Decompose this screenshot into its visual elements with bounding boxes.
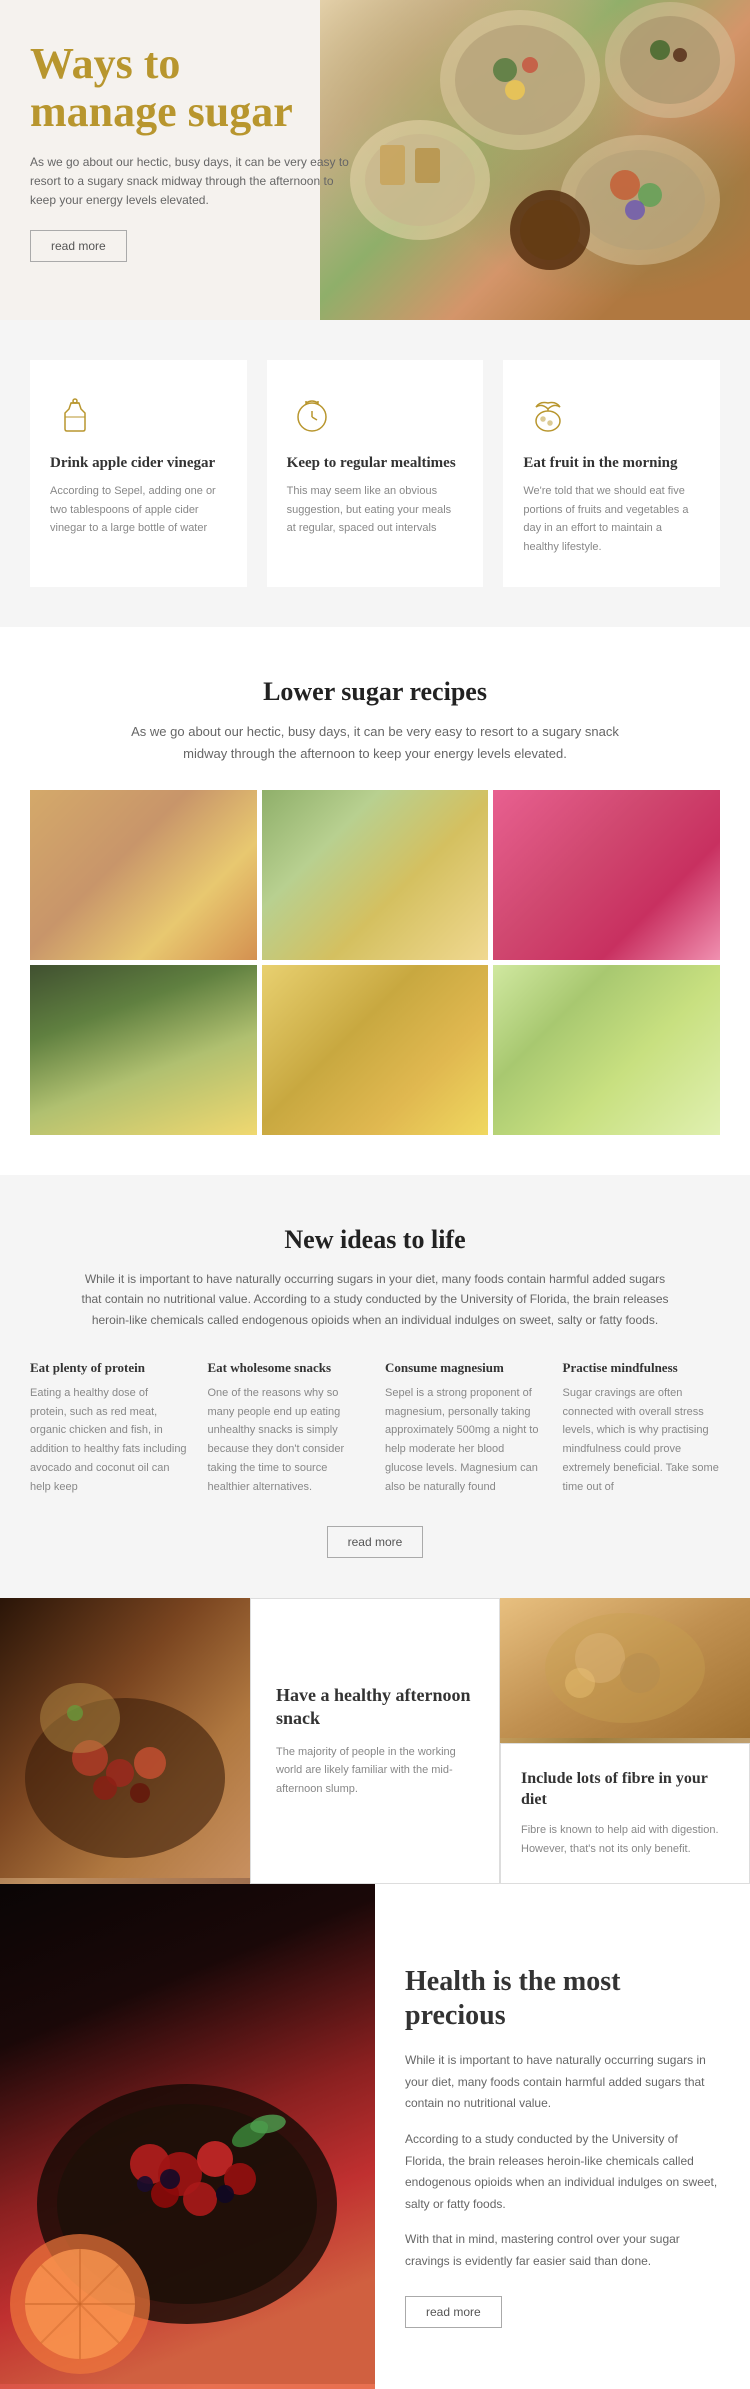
health-para-2: According to a study conducted by the Un… — [405, 2129, 720, 2215]
idea-mindfulness: Practise mindfulness Sugar cravings are … — [563, 1360, 721, 1496]
health-button-wrap: read more — [405, 2296, 720, 2328]
ideas-description: While it is important to have naturally … — [75, 1269, 675, 1330]
idea-snacks: Eat wholesome snacks One of the reasons … — [208, 1360, 366, 1496]
fibre-column: Include lots of fibre in your diet Fibre… — [500, 1598, 750, 1884]
recipe-photo-1 — [30, 790, 257, 960]
recipes-section: Lower sugar recipes As we go about our h… — [0, 627, 750, 1175]
ideas-title: New ideas to life — [30, 1225, 720, 1255]
idea-magnesium-title: Consume magnesium — [385, 1360, 543, 1376]
card-vinegar-title: Drink apple cider vinegar — [50, 455, 227, 472]
recipes-description: As we go about our hectic, busy days, it… — [125, 721, 625, 765]
card-mealtimes-text: This may seem like an obvious suggestion… — [287, 482, 464, 538]
hero-read-more-button[interactable]: read more — [30, 230, 127, 262]
idea-magnesium: Consume magnesium Sepel is a strong prop… — [385, 1360, 543, 1496]
idea-protein-text: Eating a healthy dose of protein, such a… — [30, 1384, 188, 1496]
idea-magnesium-text: Sepel is a strong proponent of magnesium… — [385, 1384, 543, 1496]
snack-card: Have a healthy afternoon snack The major… — [250, 1598, 500, 1884]
card-fruit-text: We're told that we should eat five porti… — [523, 482, 700, 557]
snack-card-title: Have a healthy afternoon snack — [276, 1684, 474, 1731]
card-vinegar-text: According to Sepel, adding one or two ta… — [50, 482, 227, 538]
idea-protein: Eat plenty of protein Eating a healthy d… — [30, 1360, 188, 1496]
health-para-3: With that in mind, mastering control ove… — [405, 2229, 720, 2272]
fibre-card: Include lots of fibre in your diet Fibre… — [500, 1743, 750, 1884]
clock-food-icon — [287, 390, 337, 440]
fibre-card-text: Fibre is known to help aid with digestio… — [521, 1821, 729, 1858]
health-text: Health is the most precious While it is … — [375, 1884, 750, 2389]
health-read-more-button[interactable]: read more — [405, 2296, 502, 2328]
ideas-section: New ideas to life While it is important … — [0, 1175, 750, 1598]
hero-text-block: Ways to manage sugar As we go about our … — [30, 40, 350, 262]
health-para-1: While it is important to have naturally … — [405, 2050, 720, 2115]
fibre-photo — [500, 1598, 750, 1743]
bottle-icon — [50, 390, 100, 440]
ideas-button-wrap: read more — [30, 1526, 720, 1558]
idea-snacks-title: Eat wholesome snacks — [208, 1360, 366, 1376]
card-vinegar: Drink apple cider vinegar According to S… — [30, 360, 247, 587]
recipes-title: Lower sugar recipes — [30, 677, 720, 707]
card-mealtimes: Keep to regular mealtimes This may seem … — [267, 360, 484, 587]
card-fruit-title: Eat fruit in the morning — [523, 455, 700, 472]
recipe-photo-4 — [30, 965, 257, 1135]
card-mealtimes-title: Keep to regular mealtimes — [287, 455, 464, 472]
snack-photo-left — [0, 1598, 250, 1884]
snack-card-text: The majority of people in the working wo… — [276, 1743, 474, 1799]
card-fruit: Eat fruit in the morning We're told that… — [503, 360, 720, 587]
idea-snacks-text: One of the reasons why so many people en… — [208, 1384, 366, 1496]
idea-mindfulness-text: Sugar cravings are often connected with … — [563, 1384, 721, 1496]
health-section: Health is the most precious While it is … — [0, 1884, 750, 2389]
fruit-icon — [523, 390, 573, 440]
fibre-card-title: Include lots of fibre in your diet — [521, 1769, 729, 1811]
hero-title: Ways to manage sugar — [30, 40, 350, 137]
hero-image-overlay — [320, 0, 750, 320]
idea-protein-title: Eat plenty of protein — [30, 1360, 188, 1376]
health-title: Health is the most precious — [405, 1965, 720, 2032]
recipe-photo-3 — [493, 790, 720, 960]
recipe-photo-5 — [262, 965, 489, 1135]
ideas-read-more-button[interactable]: read more — [327, 1526, 424, 1558]
hero-image — [320, 0, 750, 320]
hero-section: Ways to manage sugar As we go about our … — [0, 0, 750, 320]
ideas-grid: Eat plenty of protein Eating a healthy d… — [30, 1360, 720, 1496]
snack-section: Have a healthy afternoon snack The major… — [0, 1598, 750, 1884]
hero-description: As we go about our hectic, busy days, it… — [30, 153, 350, 211]
recipe-photo-2 — [262, 790, 489, 960]
health-photo — [0, 1884, 375, 2389]
idea-mindfulness-title: Practise mindfulness — [563, 1360, 721, 1376]
recipe-photo-6 — [493, 965, 720, 1135]
recipes-photo-grid — [30, 790, 720, 1135]
cards-section: Drink apple cider vinegar According to S… — [0, 320, 750, 627]
